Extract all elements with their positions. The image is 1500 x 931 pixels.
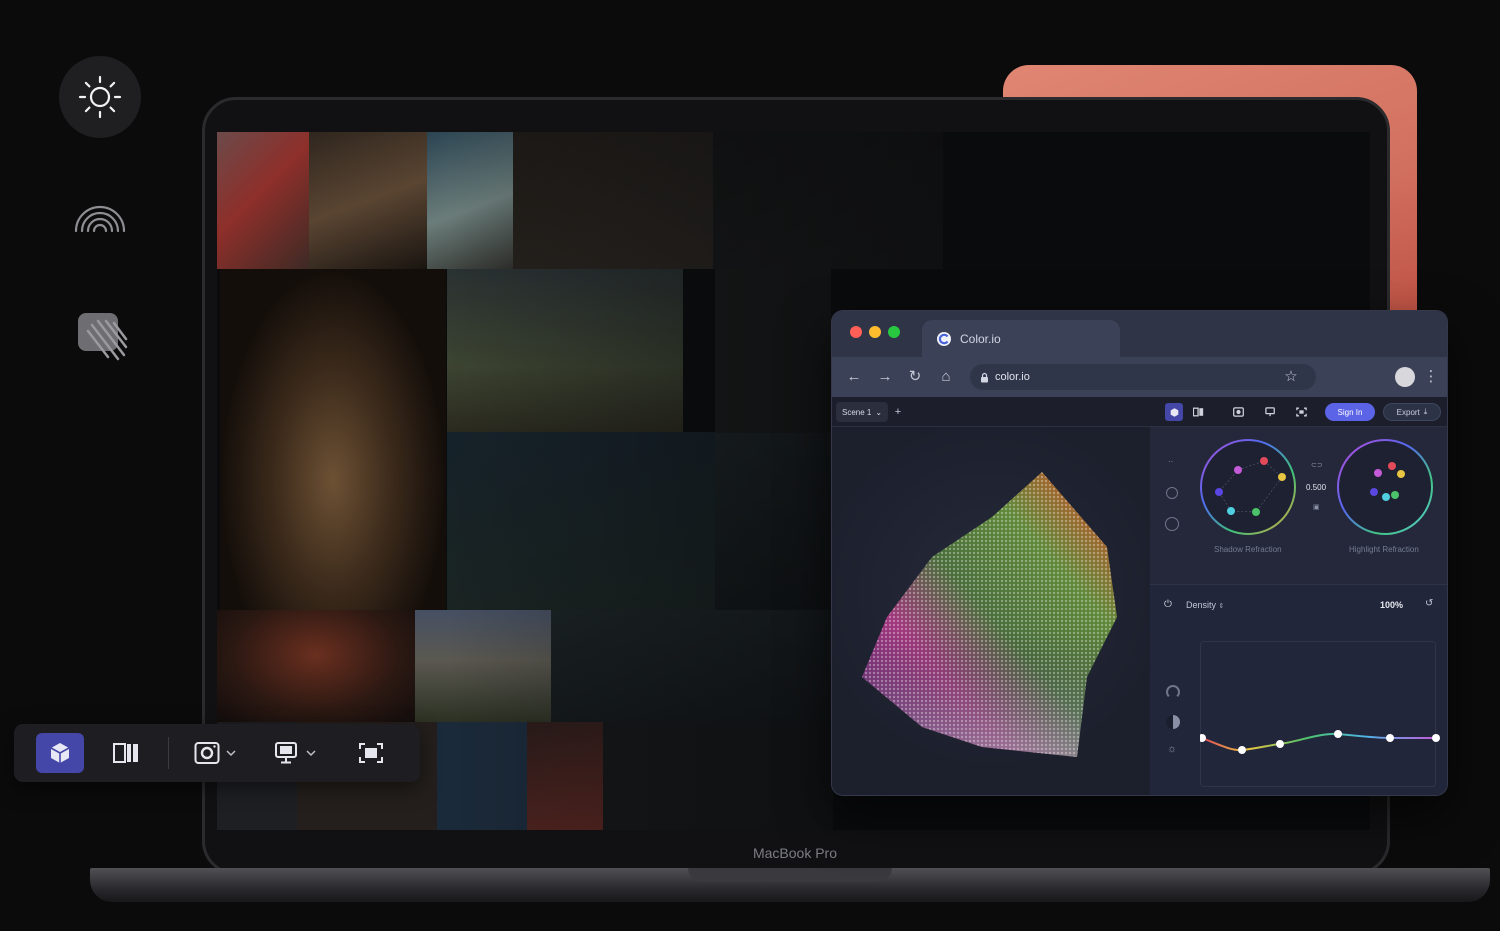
density-select[interactable]: Density ⇕	[1186, 600, 1224, 610]
view-toolbar	[14, 724, 420, 782]
compare-button[interactable]	[1190, 403, 1206, 421]
laptop-label: MacBook Pro	[752, 845, 838, 861]
color-cloud-graphic	[862, 472, 1117, 757]
colorio-logo-icon	[937, 331, 951, 346]
camera-icon	[1232, 407, 1244, 417]
home-icon[interactable]: ⌂	[937, 368, 955, 386]
chevron-down-icon	[306, 750, 316, 757]
camera-small-icon[interactable]: ▣	[1313, 503, 1320, 511]
toolbar-divider	[168, 737, 169, 769]
add-scene-button[interactable]: +	[892, 403, 904, 421]
cube-view-button[interactable]	[36, 733, 84, 773]
download-icon: ⤓	[1423, 407, 1428, 416]
maximize-window-button[interactable]	[888, 326, 900, 338]
display-icon	[1264, 407, 1275, 417]
url-field[interactable]: color.io	[970, 364, 1316, 390]
tab-bar: Color.io	[832, 311, 1447, 357]
cube-view-icon	[1170, 407, 1178, 417]
cube-view-button[interactable]	[1165, 403, 1183, 421]
camera-button[interactable]	[1227, 403, 1249, 421]
fullscreen-icon	[359, 743, 383, 763]
display-button[interactable]	[1259, 403, 1281, 421]
app-toolbar: Scene 1 ⌄ + Sign In Export ⤓	[832, 397, 1447, 427]
wheel-value[interactable]: 0.500	[1306, 483, 1326, 492]
reset-icon[interactable]: ↺	[1425, 598, 1433, 609]
blend-icon[interactable]	[1166, 487, 1178, 499]
cube-view-icon	[50, 743, 70, 763]
hatch-icon	[78, 313, 128, 361]
fullscreen-button[interactable]	[351, 733, 391, 773]
minimize-window-button[interactable]	[869, 326, 881, 338]
curve-graphic	[1200, 730, 1440, 754]
display-button[interactable]	[267, 733, 323, 773]
browser-tab[interactable]: Color.io	[922, 320, 1120, 357]
forward-icon[interactable]: →	[876, 368, 894, 386]
aperture-icon[interactable]	[1165, 517, 1179, 531]
density-value[interactable]: 100%	[1380, 600, 1403, 610]
camera-icon	[194, 742, 220, 764]
browser-window: Color.io ← → ↻ ⌂ color.io ☆ ⋮ Scene 1 ⌄ …	[831, 310, 1448, 796]
density-curve[interactable]	[1200, 641, 1440, 787]
laptop-notch	[688, 868, 892, 882]
export-button[interactable]: Export ⤓	[1383, 403, 1441, 421]
chevron-down-icon: ⌄	[875, 407, 883, 417]
reload-icon[interactable]: ↻	[906, 368, 924, 386]
rainbow-button[interactable]	[68, 185, 132, 239]
density-label: Density	[1186, 600, 1217, 610]
compare-button[interactable]	[106, 733, 146, 773]
power-icon[interactable]: ⏻	[1164, 599, 1172, 610]
scene-select[interactable]: Scene 1 ⌄	[836, 402, 889, 422]
shadow-refraction-label: Shadow Refraction	[1214, 545, 1282, 554]
brightness-icon[interactable]: ☼	[1167, 743, 1177, 755]
rainbow-icon	[74, 205, 126, 233]
rainbow-small-icon[interactable]	[1166, 685, 1180, 699]
highlight-color-wheel[interactable]	[1335, 437, 1435, 537]
collapse-icon[interactable]: ··	[1168, 457, 1173, 466]
highlight-refraction-label: Highlight Refraction	[1349, 545, 1419, 554]
compare-icon	[1192, 407, 1203, 417]
link-icon[interactable]: ⊂⊃	[1311, 461, 1323, 469]
bookmark-star-icon[interactable]: ☆	[1282, 368, 1300, 386]
compare-icon	[113, 743, 138, 763]
profile-avatar[interactable]	[1395, 367, 1415, 387]
camera-button[interactable]	[187, 733, 243, 773]
more-menu-icon[interactable]: ⋮	[1422, 368, 1440, 386]
sun-button[interactable]	[59, 56, 141, 138]
contrast-icon[interactable]	[1166, 715, 1180, 729]
shadow-color-wheel[interactable]	[1198, 437, 1298, 537]
density-row: ⏻ Density ⇕ 100% ↺	[1150, 595, 1447, 617]
url-text: color.io	[995, 371, 1030, 383]
sort-icon: ⇕	[1218, 603, 1225, 610]
lock-icon	[981, 372, 988, 382]
back-icon[interactable]: ←	[845, 368, 863, 386]
address-bar: ← → ↻ ⌂ color.io ☆ ⋮	[832, 357, 1447, 397]
export-label: Export	[1396, 407, 1420, 417]
fullscreen-icon	[1295, 407, 1307, 417]
refraction-wheels: ·· Shadow Refraction ⊂⊃ 0.500 ▣ Highligh…	[1150, 427, 1447, 585]
display-icon	[275, 742, 297, 764]
tab-title: Color.io	[960, 331, 1001, 346]
scene-label: Scene 1	[842, 407, 872, 417]
sign-in-button[interactable]: Sign In	[1325, 403, 1375, 421]
sun-icon	[78, 75, 122, 119]
chevron-down-icon	[226, 750, 236, 757]
fullscreen-button[interactable]	[1293, 403, 1309, 421]
color-cube-viewport[interactable]	[832, 427, 1150, 795]
grading-panel: ·· Shadow Refraction ⊂⊃ 0.500 ▣ Highligh…	[1150, 427, 1447, 795]
close-window-button[interactable]	[850, 326, 862, 338]
texture-button[interactable]	[72, 305, 132, 365]
